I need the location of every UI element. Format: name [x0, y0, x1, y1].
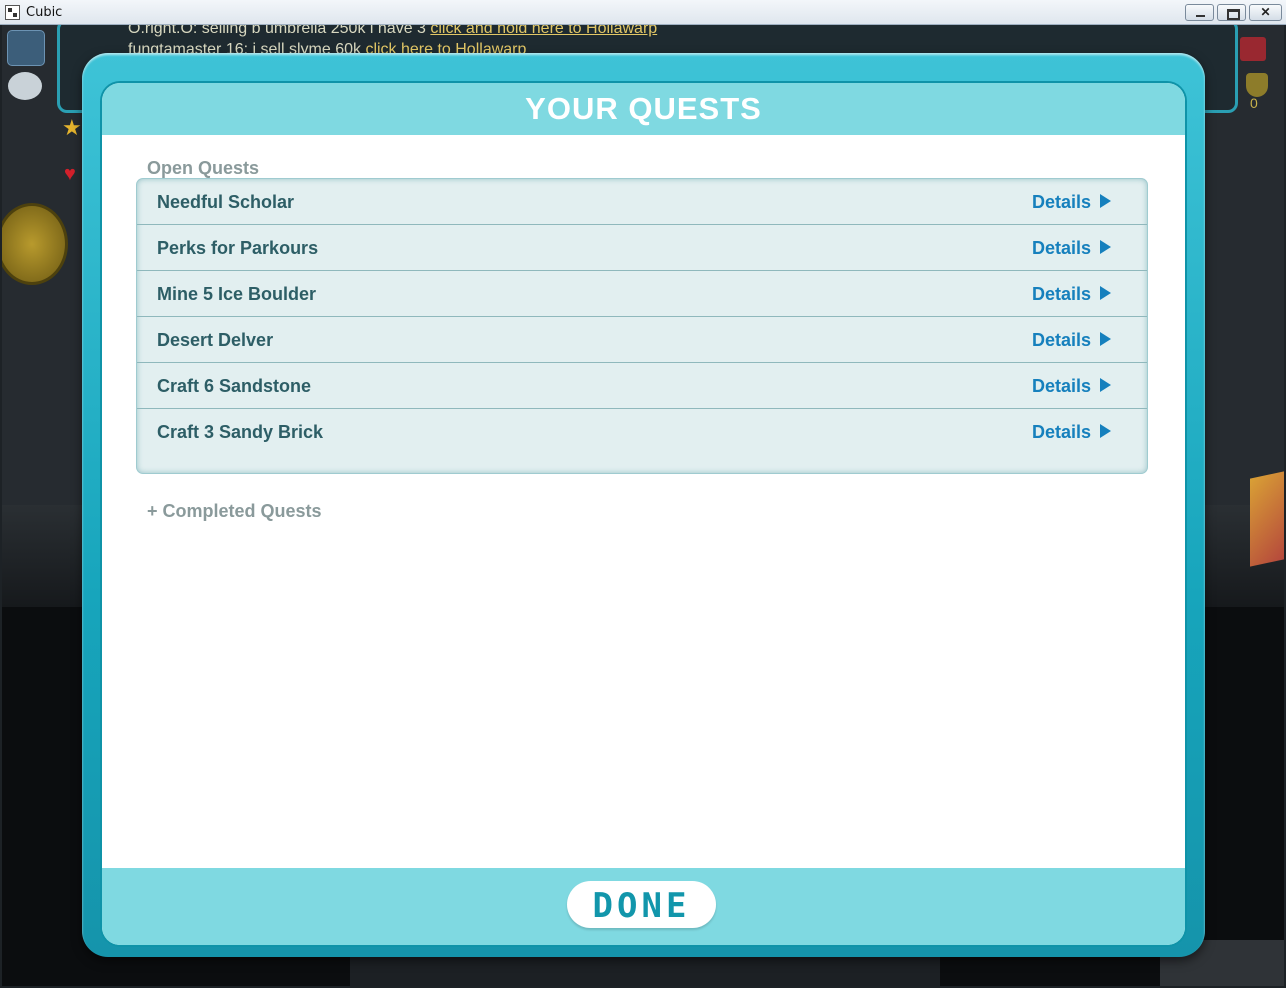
- open-quests-list: Needful Scholar Details Perks for Parkou…: [137, 179, 1147, 473]
- chat-message-text: O.right.O: selling b umbrella 250k i hav…: [128, 25, 431, 37]
- quest-name: Needful Scholar: [157, 192, 295, 212]
- chat-message-link[interactable]: click and hold here to Hollawarp: [430, 25, 657, 37]
- hotbar[interactable]: [350, 955, 940, 986]
- app-icon: [5, 5, 20, 20]
- quest-name: Perks for Parkours: [157, 238, 319, 258]
- completed-quests-toggle[interactable]: + Completed Quests: [147, 501, 322, 522]
- quest-details-link[interactable]: Details: [1032, 192, 1091, 213]
- coin-icon[interactable]: [2, 203, 68, 285]
- quest-details-link[interactable]: Details: [1032, 376, 1091, 397]
- play-arrow-icon[interactable]: [1100, 332, 1111, 346]
- maximize-button[interactable]: [1217, 4, 1246, 21]
- close-button[interactable]: ✕: [1249, 4, 1282, 21]
- play-arrow-icon[interactable]: [1100, 378, 1111, 392]
- dialog-header: YOUR QUESTS: [102, 83, 1185, 135]
- done-button-label: DONE: [592, 886, 691, 926]
- dialog-footer: DONE: [102, 868, 1185, 945]
- chat-message: O.right.O: selling b umbrella 250k i hav…: [128, 25, 657, 38]
- quest-row[interactable]: Craft 3 Sandy Brick Details: [137, 409, 1147, 455]
- dialog-title: YOUR QUESTS: [525, 91, 762, 126]
- quest-name: Craft 3 Sandy Brick: [157, 422, 324, 442]
- star-icon[interactable]: ★: [62, 117, 84, 139]
- quest-row[interactable]: Desert Delver Details: [137, 317, 1147, 363]
- quest-name: Craft 6 Sandstone: [157, 376, 312, 396]
- window-title: Cubic: [26, 5, 63, 20]
- close-icon: ✕: [1260, 5, 1271, 19]
- cube-icon[interactable]: [1250, 471, 1284, 567]
- quest-row[interactable]: Mine 5 Ice Boulder Details: [137, 271, 1147, 317]
- open-quests-label: Open Quests: [147, 158, 260, 178]
- done-button[interactable]: DONE: [567, 881, 716, 928]
- quest-name: Desert Delver: [157, 330, 274, 350]
- chat-bubble-icon[interactable]: [8, 72, 42, 100]
- play-arrow-icon[interactable]: [1100, 240, 1111, 254]
- shield-count: 0: [1250, 95, 1258, 111]
- menu-icon[interactable]: [7, 30, 45, 66]
- quest-details-link[interactable]: Details: [1032, 330, 1091, 351]
- quest-details-link[interactable]: Details: [1032, 238, 1091, 259]
- quests-dialog: YOUR QUESTS Open Quests Needful Scholar …: [82, 53, 1205, 957]
- quest-details-link[interactable]: Details: [1032, 284, 1091, 305]
- quest-row[interactable]: Craft 6 Sandstone Details: [137, 363, 1147, 409]
- quest-row[interactable]: Needful Scholar Details: [137, 179, 1147, 225]
- exit-icon[interactable]: [1240, 37, 1266, 61]
- quest-details-link[interactable]: Details: [1032, 422, 1091, 443]
- shield-icon[interactable]: [1246, 73, 1268, 97]
- quest-row[interactable]: Perks for Parkours Details: [137, 225, 1147, 271]
- play-arrow-icon[interactable]: [1100, 194, 1111, 208]
- play-arrow-icon[interactable]: [1100, 286, 1111, 300]
- quests-dialog-body: YOUR QUESTS Open Quests Needful Scholar …: [102, 83, 1185, 945]
- quest-name: Mine 5 Ice Boulder: [157, 284, 317, 304]
- minimize-button[interactable]: [1185, 4, 1214, 21]
- window-titlebar: Cubic ✕: [0, 0, 1286, 25]
- play-arrow-icon[interactable]: [1100, 424, 1111, 438]
